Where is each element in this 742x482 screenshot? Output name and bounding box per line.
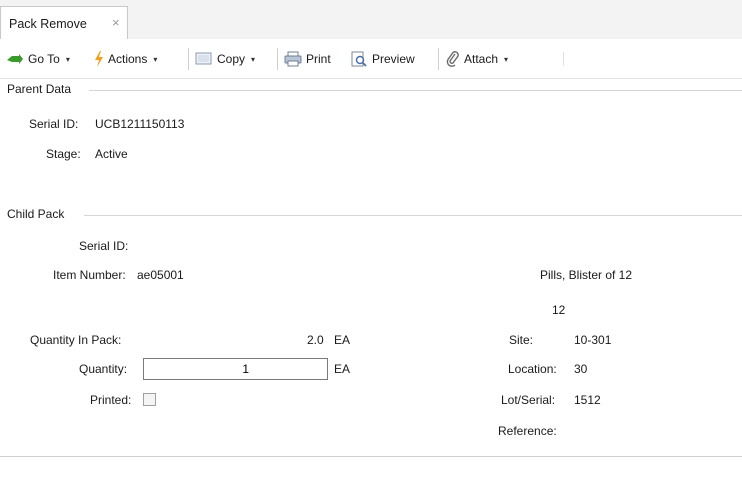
- qty-in-pack-value: 2.0: [307, 333, 324, 347]
- attach-label: Attach: [464, 52, 499, 66]
- printer-icon: [284, 51, 302, 67]
- goto-button[interactable]: Go To ▾: [6, 50, 70, 68]
- printed-label: Printed:: [90, 393, 132, 407]
- parent-stage-label: Stage:: [46, 147, 81, 161]
- pack-size-value: 12: [552, 303, 566, 317]
- goto-arrow-icon: [7, 54, 23, 64]
- item-number-value: ae05001: [137, 268, 184, 282]
- parent-data-header: Parent Data: [7, 82, 72, 96]
- bottom-divider: [0, 456, 742, 457]
- tab-strip: Pack Remove ×: [0, 0, 742, 39]
- parent-serial-label: Serial ID:: [29, 117, 79, 131]
- chevron-down-icon: ▾: [65, 54, 70, 64]
- toolbar-divider: [188, 48, 189, 70]
- tab-title: Pack Remove: [9, 17, 87, 31]
- group-divider: [84, 215, 742, 216]
- lightning-icon: [95, 51, 103, 67]
- chevron-down-icon: ▾: [504, 54, 509, 64]
- quantity-uom: EA: [334, 362, 351, 376]
- site-value: 10-301: [574, 333, 612, 347]
- toolbar-divider: [277, 48, 278, 70]
- attach-button[interactable]: Attach ▾: [446, 50, 508, 68]
- lot-serial-label: Lot/Serial:: [501, 393, 556, 407]
- printed-checkbox[interactable]: [143, 393, 156, 406]
- goto-label: Go To: [28, 52, 60, 66]
- preview-button[interactable]: Preview: [350, 50, 415, 68]
- qty-in-pack-uom: EA: [334, 333, 351, 347]
- location-label: Location:: [508, 362, 557, 376]
- qty-in-pack-label: Quantity In Pack:: [30, 333, 122, 347]
- copy-icon: [195, 52, 212, 65]
- preview-label: Preview: [372, 52, 415, 66]
- chevron-down-icon: ▾: [153, 54, 158, 64]
- toolbar: Go To ▾ Actions ▾ Copy ▾ Print Preview A…: [0, 39, 742, 79]
- tab-pack-remove[interactable]: Pack Remove ×: [0, 6, 128, 39]
- lot-serial-value: 1512: [574, 393, 601, 407]
- child-serial-label: Serial ID:: [79, 239, 129, 253]
- group-divider: [89, 90, 742, 91]
- paperclip-icon: [446, 51, 459, 67]
- actions-label: Actions: [108, 52, 148, 66]
- item-description: Pills, Blister of 12: [540, 268, 633, 282]
- print-button[interactable]: Print: [284, 50, 331, 68]
- child-pack-header: Child Pack: [7, 207, 65, 221]
- quantity-input[interactable]: [143, 358, 328, 380]
- location-value: 30: [574, 362, 588, 376]
- copy-label: Copy: [217, 52, 246, 66]
- reference-label: Reference:: [498, 424, 557, 438]
- toolbar-divider: [563, 52, 564, 66]
- actions-button[interactable]: Actions ▾: [94, 50, 157, 68]
- close-icon[interactable]: ×: [112, 15, 120, 30]
- site-label: Site:: [509, 333, 534, 347]
- item-number-label: Item Number:: [53, 268, 126, 282]
- toolbar-divider: [438, 48, 439, 70]
- quantity-label: Quantity:: [79, 362, 128, 376]
- parent-stage-value: Active: [95, 147, 128, 161]
- print-label: Print: [306, 52, 331, 66]
- chevron-down-icon: ▾: [251, 54, 256, 64]
- copy-button[interactable]: Copy ▾: [195, 50, 255, 68]
- parent-serial-value: UCB1211150113: [95, 117, 185, 131]
- preview-icon: [351, 51, 367, 67]
